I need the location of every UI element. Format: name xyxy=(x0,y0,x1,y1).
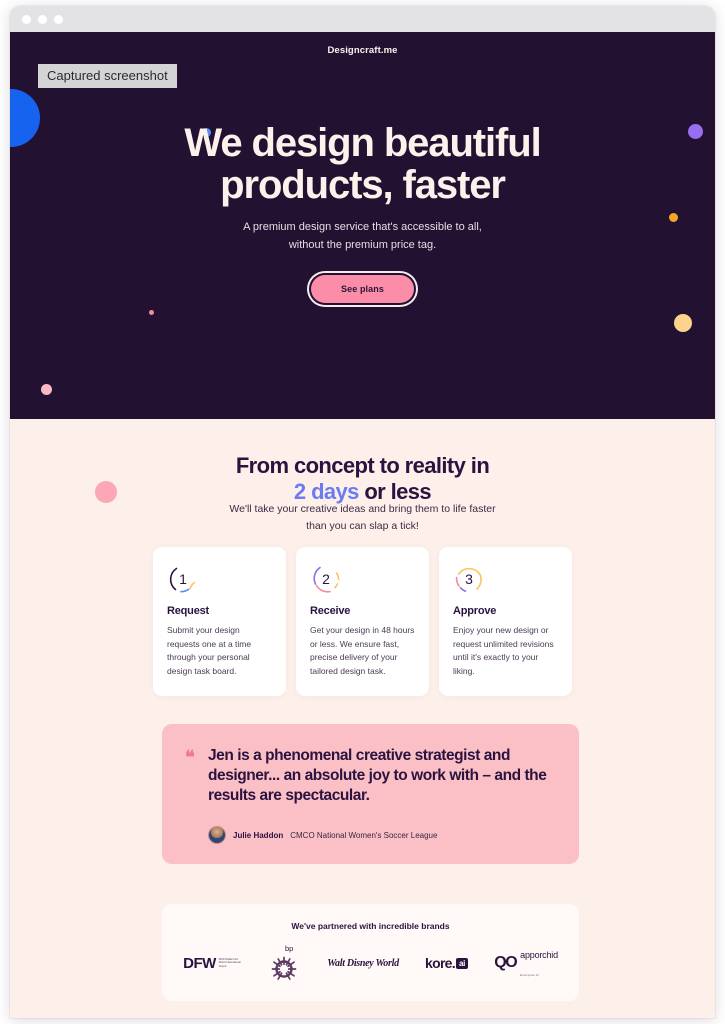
captured-screenshot-badge: Captured screenshot xyxy=(38,64,177,88)
browser-window: Designcraft.me We design beautiful produ… xyxy=(10,6,715,1018)
hero-heading-line1: We design beautiful xyxy=(184,121,541,165)
process-card-2-title: Receive xyxy=(310,605,351,617)
see-plans-button[interactable]: See plans xyxy=(311,275,414,303)
testimonial-author-role: CMCO National Women's Soccer League xyxy=(290,830,438,840)
hero-heading-line2: products, faster xyxy=(220,163,506,207)
hero-subheading-line2: without the premium price tag. xyxy=(288,239,437,251)
brand-logo-row: DFW DFW Dallas Fort Worth International … xyxy=(162,944,579,981)
hero-section: Designcraft.me We design beautiful produ… xyxy=(10,32,715,419)
avatar xyxy=(208,826,226,844)
kore-ai-badge: ai xyxy=(455,957,469,969)
site-title: Designcraft.me xyxy=(327,45,398,56)
apporchid-subtext: Enterprise AI xyxy=(520,973,539,977)
bp-wordmark: bp xyxy=(284,944,294,953)
kore-wordmark: kore. xyxy=(425,955,456,971)
apporchid-wordmark: apporchid xyxy=(520,950,558,960)
brand-logo-bp: bp xyxy=(267,944,301,980)
hero-subheading-line1: A premium design service that's accessib… xyxy=(243,221,482,233)
process-subheading: We'll take your creative ideas and bring… xyxy=(10,501,715,535)
process-section: From concept to reality in 2 days or les… xyxy=(10,419,715,1018)
process-card-3: 3 Approve Enjoy your new design or reque… xyxy=(439,547,572,696)
brand-logo-dfw: DFW DFW Dallas Fort Worth International … xyxy=(183,955,241,972)
brands-card: We've partnered with incredible brands D… xyxy=(162,904,579,1001)
process-card-1-body: Submit your design requests one at a tim… xyxy=(167,625,252,676)
process-card-3-title: Approve xyxy=(453,605,497,617)
process-card-2-body: Get your design in 48 hours or less. We … xyxy=(310,625,415,676)
decorative-pink-tiny-dot xyxy=(149,310,154,315)
dfw-subtext: DFW Dallas Fort Worth International Airp… xyxy=(218,957,241,968)
hero-cta-container: See plans xyxy=(10,275,715,303)
maximize-button[interactable] xyxy=(54,15,63,24)
quote-icon: ❝ xyxy=(185,747,195,767)
brand-logo-walt-disney-world: Walt Disney World xyxy=(327,958,399,969)
testimonial-quote: Jen is a phenomenal creative strategist … xyxy=(208,747,547,804)
process-heading: From concept to reality in 2 days or les… xyxy=(10,453,715,505)
step-1-number: 1 xyxy=(179,571,187,587)
window-titlebar xyxy=(10,6,715,32)
process-subheading-line1: We'll take your creative ideas and bring… xyxy=(229,503,496,515)
decorative-pink-small-dot xyxy=(41,384,52,395)
bp-sunburst-icon xyxy=(271,956,297,980)
brand-logo-apporchid: QO apporchid Enterprise AI xyxy=(494,945,558,981)
brands-title: We've partnered with incredible brands xyxy=(291,921,450,931)
process-card-1: 1 Request Submit your design requests on… xyxy=(153,547,286,696)
hero-heading: We design beautiful products, faster xyxy=(10,122,715,206)
decorative-yellow-dot xyxy=(674,314,692,332)
process-card-1-title: Request xyxy=(167,605,209,617)
process-heading-part1: From concept to reality in xyxy=(235,453,490,478)
apporchid-mark: QO xyxy=(494,954,517,971)
dfw-wordmark: DFW xyxy=(183,954,216,972)
process-subheading-line2: than you can slap a tick! xyxy=(306,520,419,532)
step-3-arc-icon: 3 xyxy=(453,563,485,595)
testimonial-author-name: Julie Haddon xyxy=(233,830,284,840)
testimonial-card: ❝ Jen is a phenomenal creative strategis… xyxy=(162,724,579,864)
step-2-number: 2 xyxy=(322,571,330,587)
step-2-arc-icon: 2 xyxy=(310,563,342,595)
disney-wordmark: Walt Disney World xyxy=(327,957,399,969)
brand-logo-kore-ai: kore. ai xyxy=(425,955,469,971)
minimize-button[interactable] xyxy=(38,15,47,24)
process-card-2: 2 Receive Get your design in 48 hours or… xyxy=(296,547,429,696)
process-card-3-body: Enjoy your new design or request unlimit… xyxy=(453,625,554,676)
process-cards: 1 Request Submit your design requests on… xyxy=(153,547,573,696)
step-3-number: 3 xyxy=(465,571,473,587)
step-1-arc-icon: 1 xyxy=(167,563,199,595)
close-button[interactable] xyxy=(22,15,31,24)
hero-subheading: A premium design service that's accessib… xyxy=(10,218,715,254)
testimonial-attribution: Julie Haddon CMCO National Women's Socce… xyxy=(208,826,555,844)
